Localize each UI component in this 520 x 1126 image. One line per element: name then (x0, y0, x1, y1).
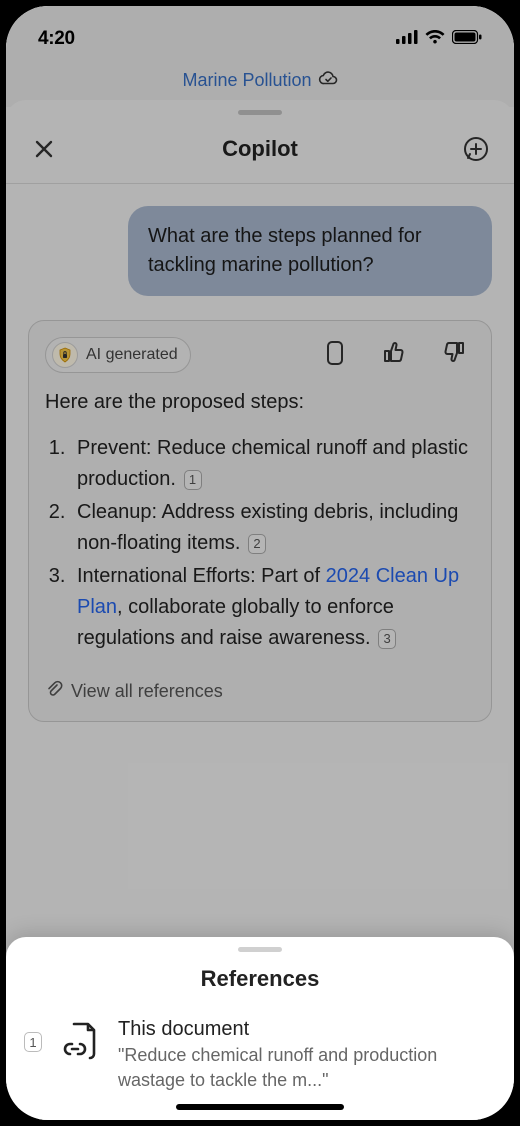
step-text: Cleanup: Address existing debris, includ… (77, 501, 458, 554)
ai-generated-badge[interactable]: AI generated (45, 337, 191, 373)
citation-badge[interactable]: 1 (184, 470, 202, 490)
reference-title: This document (118, 1018, 490, 1041)
status-time: 4:20 (38, 28, 75, 50)
assistant-response-card: AI generated Here are the (28, 320, 492, 722)
new-chat-button[interactable] (460, 133, 492, 165)
copy-button[interactable] (323, 339, 347, 372)
list-item: Prevent: Reduce chemical runoff and plas… (71, 433, 475, 497)
copilot-title: Copilot (222, 136, 298, 162)
user-message: What are the steps planned for tackling … (128, 206, 492, 296)
status-bar: 4:20 (6, 6, 514, 60)
document-link-icon (60, 1020, 100, 1069)
cloud-sync-icon (318, 70, 338, 91)
view-all-references-button[interactable]: View all references (45, 680, 475, 703)
status-icons (396, 29, 482, 50)
cellular-signal-icon (396, 30, 418, 49)
reference-snippet: "Reduce chemical runoff and production w… (118, 1043, 490, 1092)
step-text: , collaborate globally to enforce regula… (77, 596, 394, 649)
references-sheet: References 1 This document "Reduce chemi… (6, 937, 514, 1120)
reference-number-badge: 1 (24, 1032, 42, 1052)
step-text: Prevent: Reduce chemical runoff and plas… (77, 437, 468, 490)
list-item: International Efforts: Part of 2024 Clea… (71, 561, 475, 656)
ai-badge-label: AI generated (86, 346, 178, 364)
citation-badge[interactable]: 3 (378, 629, 396, 649)
home-indicator[interactable] (176, 1104, 344, 1110)
thumbs-down-button[interactable] (441, 339, 467, 372)
view-all-references-label: View all references (71, 681, 223, 702)
response-steps: Prevent: Reduce chemical runoff and plas… (45, 433, 475, 656)
list-item: Cleanup: Address existing debris, includ… (71, 497, 475, 561)
close-button[interactable] (28, 133, 60, 165)
response-intro: Here are the proposed steps: (45, 387, 475, 417)
battery-icon (452, 30, 482, 49)
references-title: References (6, 966, 514, 992)
shield-lock-icon (52, 342, 78, 368)
thumbs-up-button[interactable] (381, 339, 407, 372)
document-title: Marine Pollution (182, 70, 311, 91)
citation-badge[interactable]: 2 (248, 534, 266, 554)
step-text: International Efforts: Part of (77, 565, 326, 587)
attachment-icon (45, 680, 63, 703)
drag-handle[interactable] (238, 947, 282, 952)
reference-item[interactable]: 1 This document "Reduce chemical runoff … (6, 1018, 514, 1092)
copilot-header: Copilot (6, 115, 514, 184)
wifi-icon (424, 29, 446, 50)
